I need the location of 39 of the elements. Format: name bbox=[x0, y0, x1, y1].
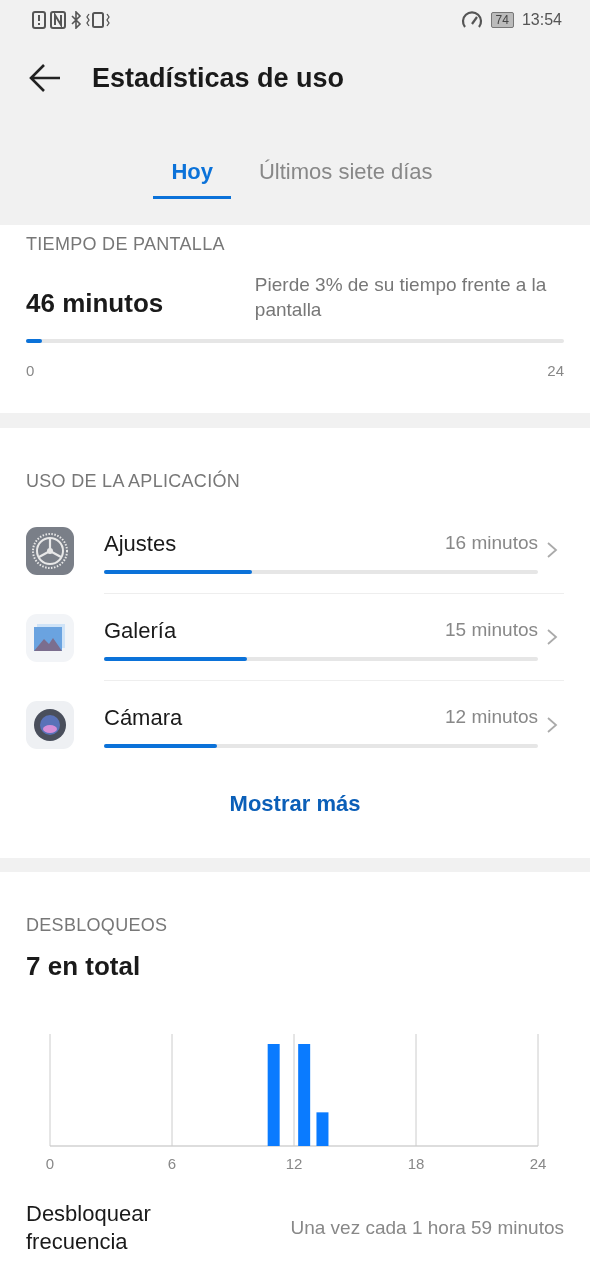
app-name: Galería bbox=[104, 616, 177, 645]
speedometer-icon bbox=[460, 10, 483, 30]
scale-label: 0 bbox=[26, 361, 35, 381]
sim-alert-icon bbox=[32, 11, 46, 29]
app-usage-row[interactable]: Galería 15 minutos bbox=[26, 594, 564, 681]
settings-icon bbox=[26, 526, 74, 575]
section-heading: DESBLOQUEOS bbox=[26, 914, 169, 937]
camera-icon bbox=[26, 700, 74, 749]
section-heading: TIEMPO DE PANTALLA bbox=[26, 233, 226, 256]
screen-time-note: Pierde 3% de su tiempo frente a la pantalla bbox=[254, 273, 548, 322]
tab[interactable]: Hoy bbox=[153, 149, 231, 199]
app-usage-row[interactable]: Ajustes 16 minutos bbox=[26, 507, 564, 594]
app-name: Ajustes bbox=[104, 529, 177, 558]
axis-tick-label: 12 bbox=[285, 1155, 303, 1172]
clock-time: 13:54 bbox=[521, 10, 562, 30]
bluetooth-icon bbox=[70, 11, 82, 29]
show-more-link[interactable]: Mostrar más bbox=[223, 786, 367, 821]
axis-tick-label: 18 bbox=[407, 1155, 425, 1172]
usage-time: 16 minutos bbox=[445, 530, 538, 555]
usage-time: 15 minutos bbox=[445, 617, 538, 642]
unlocks-total: 7 en total bbox=[26, 950, 142, 983]
battery-icon: 74 bbox=[490, 12, 514, 28]
axis-tick-label: 0 bbox=[45, 1155, 55, 1172]
usage-time: 12 minutos bbox=[445, 705, 538, 730]
app-name: Cámara bbox=[104, 704, 183, 732]
nfc-icon bbox=[50, 11, 66, 29]
screen-time-total: 46 minutos bbox=[26, 287, 165, 320]
frequency-label: Desbloquear frecuencia bbox=[26, 1200, 152, 1256]
back-arrow-icon[interactable] bbox=[28, 63, 62, 94]
axis-tick-label: 6 bbox=[167, 1155, 177, 1172]
gallery-icon bbox=[26, 613, 74, 662]
app-usage-row[interactable]: Cámara 12 minutos bbox=[26, 681, 564, 768]
vibrate-icon bbox=[86, 11, 110, 29]
screen-title: Estadísticas de uso bbox=[92, 62, 345, 95]
frequency-value: Una vez cada 1 hora 59 minutos bbox=[290, 1215, 564, 1240]
axis-tick-label: 24 bbox=[529, 1155, 547, 1172]
scale-label: 24 bbox=[547, 361, 564, 381]
chart-bar bbox=[316, 1112, 329, 1146]
section-heading: USO DE LA APLICACIÓN bbox=[26, 469, 242, 493]
